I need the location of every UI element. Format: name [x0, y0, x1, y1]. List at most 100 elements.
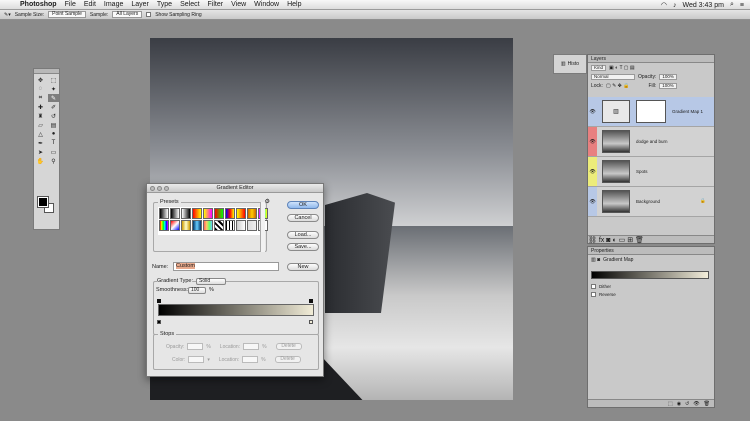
move-tool-icon[interactable]: ✥ [35, 76, 46, 84]
preset-swatch[interactable] [181, 220, 191, 231]
layer-row-background[interactable]: 👁 Background 🔒 [588, 187, 714, 217]
menu-view[interactable]: View [231, 1, 246, 8]
list-icon[interactable]: ≡ [740, 2, 744, 9]
zoom-tool-icon[interactable]: ⚲ [48, 157, 59, 165]
preset-swatch[interactable] [236, 220, 246, 231]
color-stop-left[interactable] [157, 320, 161, 324]
gradient-tool-icon[interactable]: ▤ [48, 121, 59, 129]
gradient-type-select[interactable]: Solid [196, 278, 226, 285]
stop-color-arrow[interactable]: ▾ [207, 357, 210, 363]
pen-tool-icon[interactable]: ✒ [35, 139, 46, 147]
marquee-tool-icon[interactable]: ⬚ [48, 76, 59, 84]
dither-option[interactable]: Dither [591, 284, 611, 289]
blur-tool-icon[interactable]: △ [35, 130, 46, 138]
layer-name[interactable]: Spots [636, 169, 648, 174]
wifi-icon[interactable]: ◠ [661, 1, 667, 9]
layers-tab[interactable]: Layers [588, 55, 714, 63]
clip-icon[interactable]: ⬚ [668, 401, 673, 407]
eye-icon[interactable]: 👁 [693, 401, 699, 407]
history-brush-tool-icon[interactable]: ↺ [48, 112, 59, 120]
fill-field[interactable]: 100% [659, 82, 677, 89]
type-tool-icon[interactable]: T [48, 139, 59, 147]
adjustment-icon[interactable]: ◐ [612, 237, 616, 244]
properties-tab[interactable]: Properties [588, 247, 714, 255]
reset-icon[interactable]: ↺ [685, 401, 689, 407]
visibility-eye-icon[interactable]: 👁 [588, 127, 597, 156]
presets-menu-icon[interactable]: ⚙ [265, 198, 270, 205]
presets-label[interactable]: Presets [158, 199, 181, 205]
dodge-tool-icon[interactable]: ● [48, 130, 59, 138]
save-button[interactable]: Save... [287, 243, 319, 251]
layer-row-gradient-map[interactable]: 👁 ▥ Gradient Map 1 [588, 97, 714, 127]
hand-tool-icon[interactable]: ✋ [35, 157, 46, 165]
path-select-tool-icon[interactable]: ➤ [35, 148, 46, 156]
visibility-eye-icon[interactable]: 👁 [588, 187, 597, 216]
preset-swatch[interactable] [225, 208, 235, 219]
trash-icon[interactable]: 🗑 [704, 401, 710, 407]
blend-mode-select[interactable]: Normal [591, 73, 635, 80]
reverse-checkbox[interactable] [591, 292, 596, 297]
preset-swatch[interactable] [203, 220, 213, 231]
menu-app-name[interactable]: Photoshop [20, 1, 57, 8]
sample-select[interactable]: All Layers [112, 11, 143, 18]
quick-select-tool-icon[interactable]: ✦ [48, 85, 59, 93]
eyedropper-tool-icon[interactable]: ✎▾ [4, 12, 11, 18]
search-icon[interactable]: ⌕ [730, 1, 734, 9]
preset-swatch[interactable] [247, 208, 257, 219]
fx-icon[interactable]: fx [599, 237, 604, 244]
stop-color-field[interactable] [188, 356, 205, 363]
menu-type[interactable]: Type [157, 1, 172, 8]
dialog-titlebar[interactable]: Gradient Editor [147, 184, 323, 193]
layer-row-spots[interactable]: 👁 Spots [588, 157, 714, 187]
layer-name[interactable]: Gradient Map 1 [672, 109, 703, 114]
eyedropper-tool-icon-active[interactable]: ✎ [48, 94, 59, 102]
brush-tool-icon[interactable]: ✐ [48, 103, 59, 111]
zoom-window-icon[interactable] [164, 186, 169, 191]
visibility-eye-icon[interactable]: 👁 [588, 157, 597, 186]
minimize-window-icon[interactable] [157, 186, 162, 191]
trash-icon[interactable]: 🗑 [635, 237, 644, 244]
crop-tool-icon[interactable]: ⌗ [35, 94, 46, 102]
kind-filter[interactable]: Kind [591, 64, 607, 71]
opacity-stop-left[interactable] [157, 299, 161, 303]
menu-file[interactable]: File [65, 1, 76, 8]
lasso-tool-icon[interactable]: ◌ [35, 85, 46, 93]
delete-opacity-stop-button[interactable]: Delete [275, 343, 302, 350]
menu-edit[interactable]: Edit [84, 1, 96, 8]
menu-help[interactable]: Help [287, 1, 301, 8]
preset-swatch[interactable] [170, 220, 180, 231]
preset-swatch[interactable] [247, 220, 257, 231]
preset-swatch[interactable] [214, 208, 224, 219]
opacity-stop-right[interactable] [309, 299, 313, 303]
reverse-option[interactable]: Reverse [591, 292, 616, 297]
new-layer-icon[interactable]: ⊞ [627, 237, 633, 244]
load-button[interactable]: Load... [287, 231, 319, 239]
cancel-button[interactable]: Cancel [287, 214, 319, 222]
preset-swatch[interactable] [170, 208, 180, 219]
opacity-location-field[interactable] [243, 343, 260, 350]
group-icon[interactable]: ▭ [619, 237, 626, 244]
preset-swatch[interactable] [192, 220, 202, 231]
presets-scrollbar[interactable] [260, 202, 265, 252]
healing-tool-icon[interactable]: ✚ [35, 103, 46, 111]
clone-stamp-tool-icon[interactable]: ♜ [35, 112, 46, 120]
view-previous-icon[interactable]: ◉ [677, 401, 681, 407]
menu-select[interactable]: Select [180, 1, 199, 8]
close-window-icon[interactable] [150, 186, 155, 191]
visibility-eye-icon[interactable]: 👁 [588, 97, 597, 126]
dither-checkbox[interactable] [591, 284, 596, 289]
layer-name[interactable]: dodge and burn [636, 139, 668, 144]
mask-icon[interactable]: ◙ [606, 237, 610, 244]
gradient-preview-bar[interactable] [158, 304, 314, 316]
lock-icons[interactable]: ▢ ✎ ✥ 🔒 [606, 83, 630, 89]
preset-swatch[interactable] [181, 208, 191, 219]
menu-image[interactable]: Image [104, 1, 123, 8]
preset-swatch[interactable] [214, 220, 224, 231]
histogram-panel-collapsed[interactable]: ▥ Histo [553, 54, 587, 74]
smoothness-field[interactable]: 100 [188, 287, 206, 294]
layer-mask-thumbnail[interactable] [636, 100, 666, 123]
clock[interactable]: Wed 3:43 pm [682, 2, 724, 9]
foreground-color-swatch[interactable] [37, 196, 49, 208]
preset-swatch[interactable] [159, 208, 169, 219]
preset-swatch[interactable] [236, 208, 246, 219]
